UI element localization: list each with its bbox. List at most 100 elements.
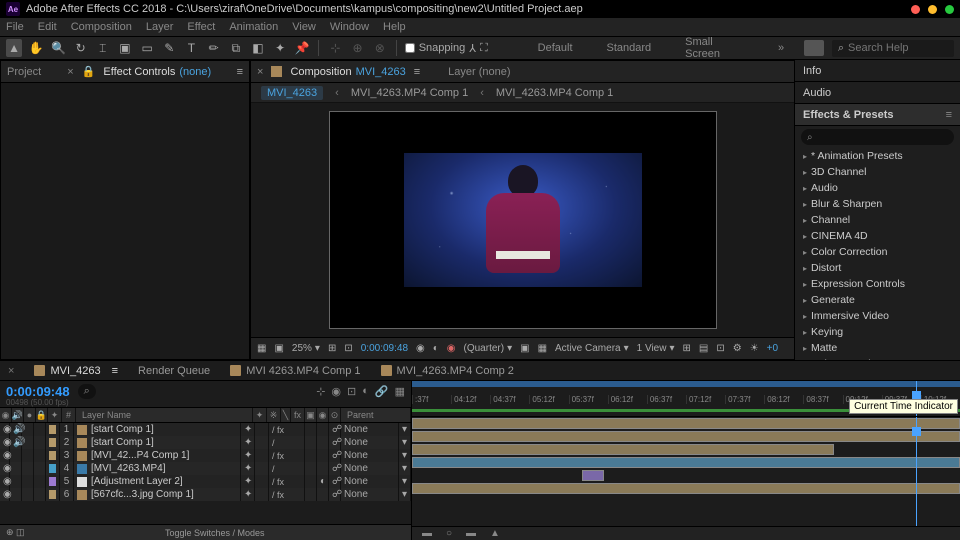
timeline-search-icon[interactable]: ⌕ <box>78 384 96 399</box>
visibility-toggle[interactable]: ◉ <box>0 449 10 462</box>
preset-category[interactable]: Keying <box>795 324 960 340</box>
preset-category[interactable]: CINEMA 4D <box>795 228 960 244</box>
panel-menu-icon[interactable]: ≡ <box>237 66 243 78</box>
timeline-tab-0[interactable]: MVI_4263≡ <box>34 365 118 377</box>
solo-toggle[interactable] <box>22 475 34 488</box>
timeline-tracks[interactable]: :37f04:12f04:37f05:12f05:37f06:12f06:37f… <box>412 381 960 540</box>
visibility-toggle[interactable]: ◉ <box>0 423 10 436</box>
parent-select[interactable]: None <box>341 423 399 436</box>
solo-toggle[interactable] <box>22 436 34 449</box>
time-ruler[interactable]: :37f04:12f04:37f05:12f05:37f06:12f06:37f… <box>412 381 960 417</box>
audio-toggle[interactable]: 🔊 <box>10 423 22 436</box>
preset-category[interactable]: Audio <box>795 180 960 196</box>
layer-name[interactable]: [MVI_4263.MP4] <box>74 462 241 475</box>
layer-name[interactable]: [MVI_42...P4 Comp 1] <box>74 449 241 462</box>
timeline-timecode[interactable]: 0:00:09:48 <box>6 384 70 399</box>
selection-tool[interactable]: ▲ <box>6 39 22 57</box>
snapping-checkbox[interactable] <box>405 43 415 53</box>
region-icon[interactable]: ▣ <box>520 343 529 354</box>
layer-tab[interactable]: Layer (none) <box>448 66 510 78</box>
camera-tool[interactable]: ⌶ <box>95 39 111 57</box>
menu-edit[interactable]: Edit <box>38 21 57 33</box>
audio-toggle[interactable] <box>10 488 22 501</box>
menu-view[interactable]: View <box>292 21 316 33</box>
timeline-tab-2[interactable]: MVI 4263.MP4 Comp 1 <box>230 365 360 377</box>
parent-select[interactable]: None <box>341 436 399 449</box>
layer-row[interactable]: ◉3[MVI_42...P4 Comp 1]✦/ fx☍None▾ <box>0 449 411 462</box>
layer-row[interactable]: ◉5[Adjustment Layer 2]✦/ fx◐☍None▾ <box>0 475 411 488</box>
info-panel-header[interactable]: Info <box>795 60 960 82</box>
audio-toggle[interactable] <box>10 449 22 462</box>
workspace-more-icon[interactable]: » <box>764 42 798 54</box>
project-tab[interactable]: Project <box>7 66 41 78</box>
parent-select[interactable]: None <box>341 475 399 488</box>
preset-category[interactable]: Blur & Sharpen <box>795 196 960 212</box>
help-search-input[interactable] <box>848 42 948 54</box>
close-window[interactable] <box>911 5 920 14</box>
layer-row[interactable]: ◉6[567cfc...3.jpg Comp 1]✦/ fx☍None▾ <box>0 488 411 501</box>
snapshot-icon[interactable]: ◉ <box>416 343 425 354</box>
view-select[interactable]: 1 View ▾ <box>637 343 675 354</box>
menu-layer[interactable]: Layer <box>146 21 174 33</box>
hand-tool[interactable]: ✋ <box>28 39 44 57</box>
presets-list[interactable]: * Animation Presets 3D Channel Audio Blu… <box>795 148 960 360</box>
lock-toggle[interactable] <box>34 488 46 501</box>
world-axis-icon[interactable]: ⊕ <box>349 39 365 57</box>
minimize-window[interactable] <box>928 5 937 14</box>
lock-toggle[interactable] <box>34 462 46 475</box>
tl-icon[interactable]: ◐ <box>362 385 369 398</box>
alpha-icon[interactable]: ▦ <box>257 343 266 354</box>
composition-tab[interactable]: Composition MVI_4263 <box>290 66 405 78</box>
menu-composition[interactable]: Composition <box>71 21 132 33</box>
lock-toggle[interactable] <box>34 423 46 436</box>
layer-name[interactable]: [Adjustment Layer 2] <box>74 475 241 488</box>
help-search[interactable]: ⌕ <box>832 40 954 57</box>
toggle-switches[interactable]: ⊕ ◫ Toggle Switches / Modes <box>0 524 411 540</box>
resolution-icon[interactable]: ⊞ <box>328 343 336 354</box>
clone-tool[interactable]: ⧉ <box>228 39 244 57</box>
mask-icon[interactable]: ▣ <box>274 343 283 354</box>
preset-category[interactable]: Immersive Video <box>795 308 960 324</box>
lock-icon[interactable]: 🔒 <box>82 65 96 78</box>
layer-row[interactable]: ◉🔊2[start Comp 1]✦/☍None▾ <box>0 436 411 449</box>
subtab-1[interactable]: MVI_4263.MP4 Comp 1 <box>351 87 468 99</box>
tl-icon[interactable]: ⊡ <box>347 385 356 398</box>
menu-window[interactable]: Window <box>330 21 369 33</box>
solo-toggle[interactable] <box>22 449 34 462</box>
zoom-select[interactable]: 25% ▾ <box>292 343 320 354</box>
layer-row[interactable]: ◉4[MVI_4263.MP4]✦/☍None▾ <box>0 462 411 475</box>
comp-panel-menu-icon[interactable]: ≡ <box>414 66 420 78</box>
menu-animation[interactable]: Animation <box>229 21 278 33</box>
quality-select[interactable]: (Quarter) ▾ <box>464 343 513 354</box>
transparency-icon[interactable]: ▦ <box>538 343 547 354</box>
workspace-standard[interactable]: Standard <box>593 42 666 54</box>
timeline-zoom-bar[interactable]: ▬○▬▲ <box>412 526 960 540</box>
visibility-toggle[interactable]: ◉ <box>0 475 10 488</box>
local-axis-icon[interactable]: ⊹ <box>327 39 343 57</box>
color-mgmt-icon[interactable]: ◉ <box>447 343 456 354</box>
puppet-tool[interactable]: 📌 <box>294 39 310 57</box>
layer-bars[interactable] <box>412 417 960 526</box>
workspace-switcher[interactable] <box>804 40 824 56</box>
layer-name[interactable]: [start Comp 1] <box>74 423 241 436</box>
roto-tool[interactable]: ✦ <box>272 39 288 57</box>
menu-file[interactable]: File <box>6 21 24 33</box>
exposure-value[interactable]: +0 <box>767 343 778 354</box>
tl-icon[interactable]: ⊹ <box>316 385 325 398</box>
timeline-tab-1[interactable]: Render Queue <box>138 365 210 377</box>
timeline-tab-3[interactable]: MVI_4263.MP4 Comp 2 <box>381 365 514 377</box>
subtab-0[interactable]: MVI_4263 <box>261 86 323 100</box>
workspace-small[interactable]: Small Screen <box>671 36 758 60</box>
layer-name[interactable]: [start Comp 1] <box>74 436 241 449</box>
layer-row[interactable]: ◉🔊1[start Comp 1]✦/ fx☍None▾ <box>0 423 411 436</box>
visibility-toggle[interactable]: ◉ <box>0 462 10 475</box>
zoom-tool[interactable]: 🔍 <box>50 39 66 57</box>
type-tool[interactable]: T <box>183 39 199 57</box>
view-opt1-icon[interactable]: ⊞ <box>683 343 691 354</box>
panel-menu-icon[interactable]: ≡ <box>946 109 952 121</box>
preset-category[interactable]: Expression Controls <box>795 276 960 292</box>
presets-search[interactable]: ⌕ <box>801 129 954 145</box>
audio-panel-header[interactable]: Audio <box>795 82 960 104</box>
rect-tool[interactable]: ▭ <box>139 39 155 57</box>
audio-toggle[interactable]: 🔊 <box>10 436 22 449</box>
